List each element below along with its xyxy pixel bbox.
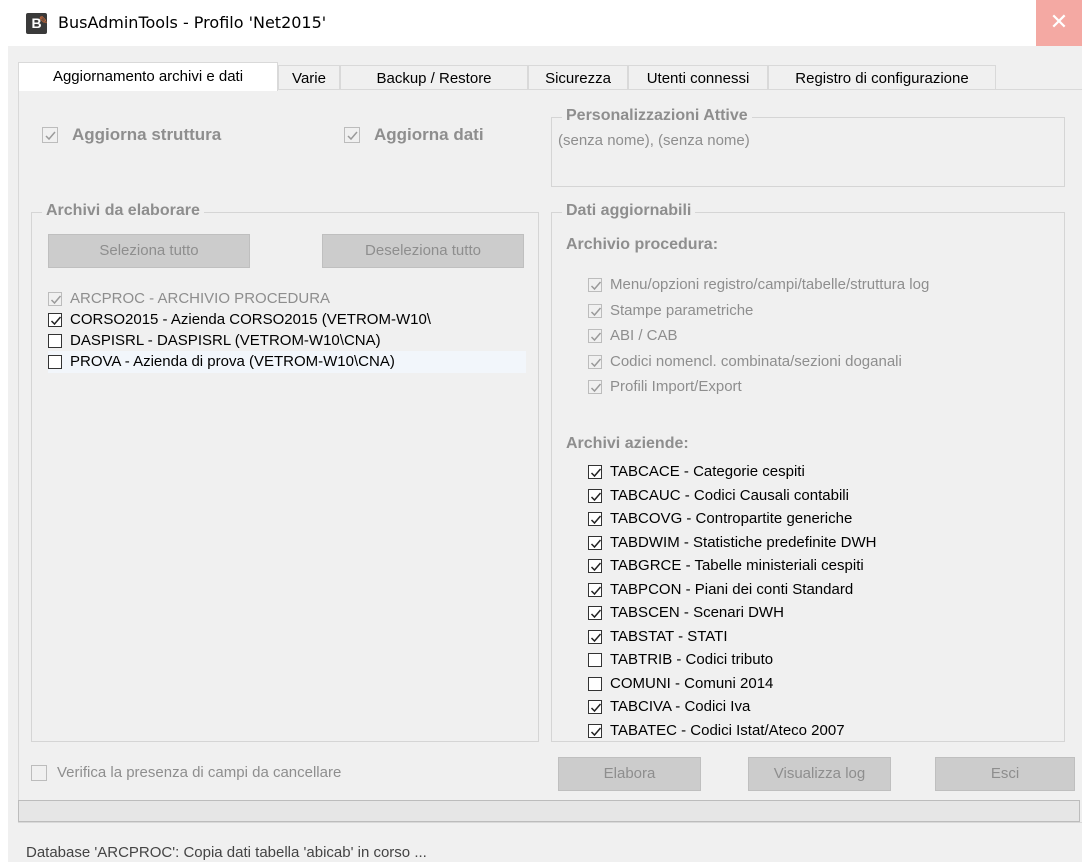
procedure-item-label: Stampe parametriche [610,301,754,319]
procedure-item-label: ABI / CAB [610,327,678,344]
update-data-checkbox[interactable]: Aggiorna dati [344,124,544,146]
company-item-label: TABSTAT - STATI [610,627,728,645]
exit-button[interactable]: Esci [935,757,1075,791]
customizations-title: Personalizzazioni Attive [562,107,752,125]
company-item[interactable]: TABATEC - Codici Istat/Ateco 2007 [588,720,1058,742]
updatable-group: Dati aggiornabili Archivio procedura: Me… [551,202,1065,742]
select-all-button[interactable]: Seleziona tutto [48,234,250,268]
company-item-label: TABCIVA - Codici Iva [610,698,751,715]
company-item-box[interactable] [588,559,602,573]
update-data-label: Aggiorna dati [374,125,484,144]
tab-sicurezza[interactable]: Sicurezza [528,65,628,90]
procedure-item-box[interactable] [588,303,602,318]
title-bar: B ✎ BusAdminTools - Profilo 'Net2015' ✕ [8,0,1082,46]
customizations-text: (senza nome), (senza nome) [558,132,750,149]
company-item-box[interactable] [588,700,602,714]
procedure-item[interactable]: Menu/opzioni registro/campi/tabelle/stru… [588,274,1058,296]
archive-item-box[interactable] [48,292,62,306]
archives-title: Archivi da elaborare [42,202,204,220]
company-item-box[interactable] [588,723,602,738]
archives-group: Archivi da elaborare Seleziona tutto Des… [31,202,539,742]
archive-item-label: ARCPROC - ARCHIVIO PROCEDURA [70,290,331,307]
tab-strip: Aggiornamento archivi e dati Varie Backu… [18,62,1078,91]
company-item-box[interactable] [588,488,602,503]
tab-varie[interactable]: Varie [278,65,340,90]
tab-aggiornamento[interactable]: Aggiornamento archivi e dati [18,62,278,91]
archive-item[interactable]: DASPISRL - DASPISRL (VETROM-W10\CNA) [48,330,526,352]
company-item[interactable]: TABCIVA - Codici Iva [588,696,1058,718]
company-item-label: TABPCON - Piani dei conti Standard [610,580,854,598]
view-log-button[interactable]: Visualizza log [748,757,891,791]
tab-registro[interactable]: Registro di configurazione [768,65,996,90]
company-item[interactable]: TABCACE - Categorie cespiti [588,461,1058,483]
company-item-label: TABCACE - Categorie cespiti [610,463,805,480]
company-item-label: TABSCEN - Scenari DWH [610,604,784,621]
procedure-item-box[interactable] [588,278,602,292]
archive-item-label: PROVA - Azienda di prova (VETROM-W10\CNA… [70,353,395,370]
company-item-box[interactable] [588,582,602,597]
tab-utenti-connessi[interactable]: Utenti connessi [628,65,768,90]
update-structure-label: Aggiorna struttura [72,125,222,144]
procedure-item-box[interactable] [588,354,602,369]
company-item-label: TABTRIB - Codici tributo [610,651,774,668]
company-item[interactable]: TABPCON - Piani dei conti Standard [588,579,1058,601]
procedure-item-box[interactable] [588,380,602,394]
deselect-all-button[interactable]: Deseleziona tutto [322,234,524,268]
procedure-item-label: Profili Import/Export [610,378,742,395]
company-item-label: COMUNI - Comuni 2014 [610,674,774,692]
procedure-item-label: Codici nomencl. combinata/sezioni dogana… [610,352,902,370]
archive-item-box[interactable] [48,334,62,348]
archive-item[interactable]: CORSO2015 - Azienda CORSO2015 (VETROM-W1… [48,309,526,331]
procedure-title: Archivio procedura: [566,236,719,253]
archive-item[interactable]: PROVA - Azienda di prova (VETROM-W10\CNA… [48,351,526,373]
procedure-item[interactable]: Profili Import/Export [588,376,1058,398]
company-item[interactable]: COMUNI - Comuni 2014 [588,673,1058,695]
company-item[interactable]: TABCAUC - Codici Causali contabili [588,485,1058,507]
archive-item-box[interactable] [48,313,62,327]
tab-page: Aggiorna struttura Aggiorna dati Persona… [18,89,1082,823]
progress-bar [18,800,1080,822]
company-item-box[interactable] [588,606,602,620]
procedure-item[interactable]: Codici nomencl. combinata/sezioni dogana… [588,351,1058,373]
company-item-label: TABATEC - Codici Istat/Ateco 2007 [610,721,845,739]
company-item-box[interactable] [588,512,602,526]
company-item-box[interactable] [588,653,602,667]
company-item[interactable]: TABDWIM - Statistiche predefinite DWH [588,532,1058,554]
company-item-box[interactable] [588,676,602,691]
archive-item[interactable]: ARCPROC - ARCHIVIO PROCEDURA [48,288,526,310]
archive-item-label: DASPISRL - DASPISRL (VETROM-W10\CNA) [70,332,381,349]
company-item-box[interactable] [588,535,602,550]
app-icon: B ✎ [26,13,48,34]
app-window: B ✎ BusAdminTools - Profilo 'Net2015' ✕ A… [8,0,1082,862]
procedure-item-label: Menu/opzioni registro/campi/tabelle/stru… [610,276,930,293]
company-item[interactable]: TABGRCE - Tabelle ministeriali cespiti [588,555,1058,577]
update-structure-checkbox[interactable]: Aggiorna struttura [42,124,282,146]
company-item-label: TABCOVG - Contropartite generiche [610,510,853,527]
close-button[interactable]: ✕ [1036,0,1082,46]
customizations-group: Personalizzazioni Attive (senza nome), (… [551,107,1065,187]
verify-checkbox[interactable]: Verifica la presenza di campi da cancell… [31,762,411,784]
company-item[interactable]: TABTRIB - Codici tributo [588,649,1058,671]
procedure-item[interactable]: Stampe parametriche [588,300,1058,322]
procedure-item[interactable]: ABI / CAB [588,325,1058,347]
company-item[interactable]: TABCOVG - Contropartite generiche [588,508,1058,530]
archive-item-label: CORSO2015 - Azienda CORSO2015 (VETROM-W1… [70,311,431,328]
company-item-label: TABDWIM - Statistiche predefinite DWH [610,533,877,551]
window-title: BusAdminTools - Profilo 'Net2015' [58,13,327,32]
company-item-label: TABCAUC - Codici Causali contabili [610,486,849,504]
process-button[interactable]: Elabora [558,757,701,791]
archive-item-box[interactable] [48,355,62,369]
company-item-box[interactable] [588,465,602,479]
company-item-label: TABGRCE - Tabelle ministeriali cespiti [610,557,864,574]
procedure-item-box[interactable] [588,329,602,343]
company-item[interactable]: TABSTAT - STATI [588,626,1058,648]
status-text: Database 'ARCPROC': Copia dati tabella '… [26,844,427,861]
verify-label: Verifica la presenza di campi da cancell… [57,764,342,781]
tab-backup-restore[interactable]: Backup / Restore [340,65,528,90]
close-icon: ✕ [1049,9,1069,34]
company-item-box[interactable] [588,629,602,644]
updatable-title: Dati aggiornabili [562,202,696,220]
company-title: Archivi aziende: [566,435,689,452]
company-item[interactable]: TABSCEN - Scenari DWH [588,602,1058,624]
